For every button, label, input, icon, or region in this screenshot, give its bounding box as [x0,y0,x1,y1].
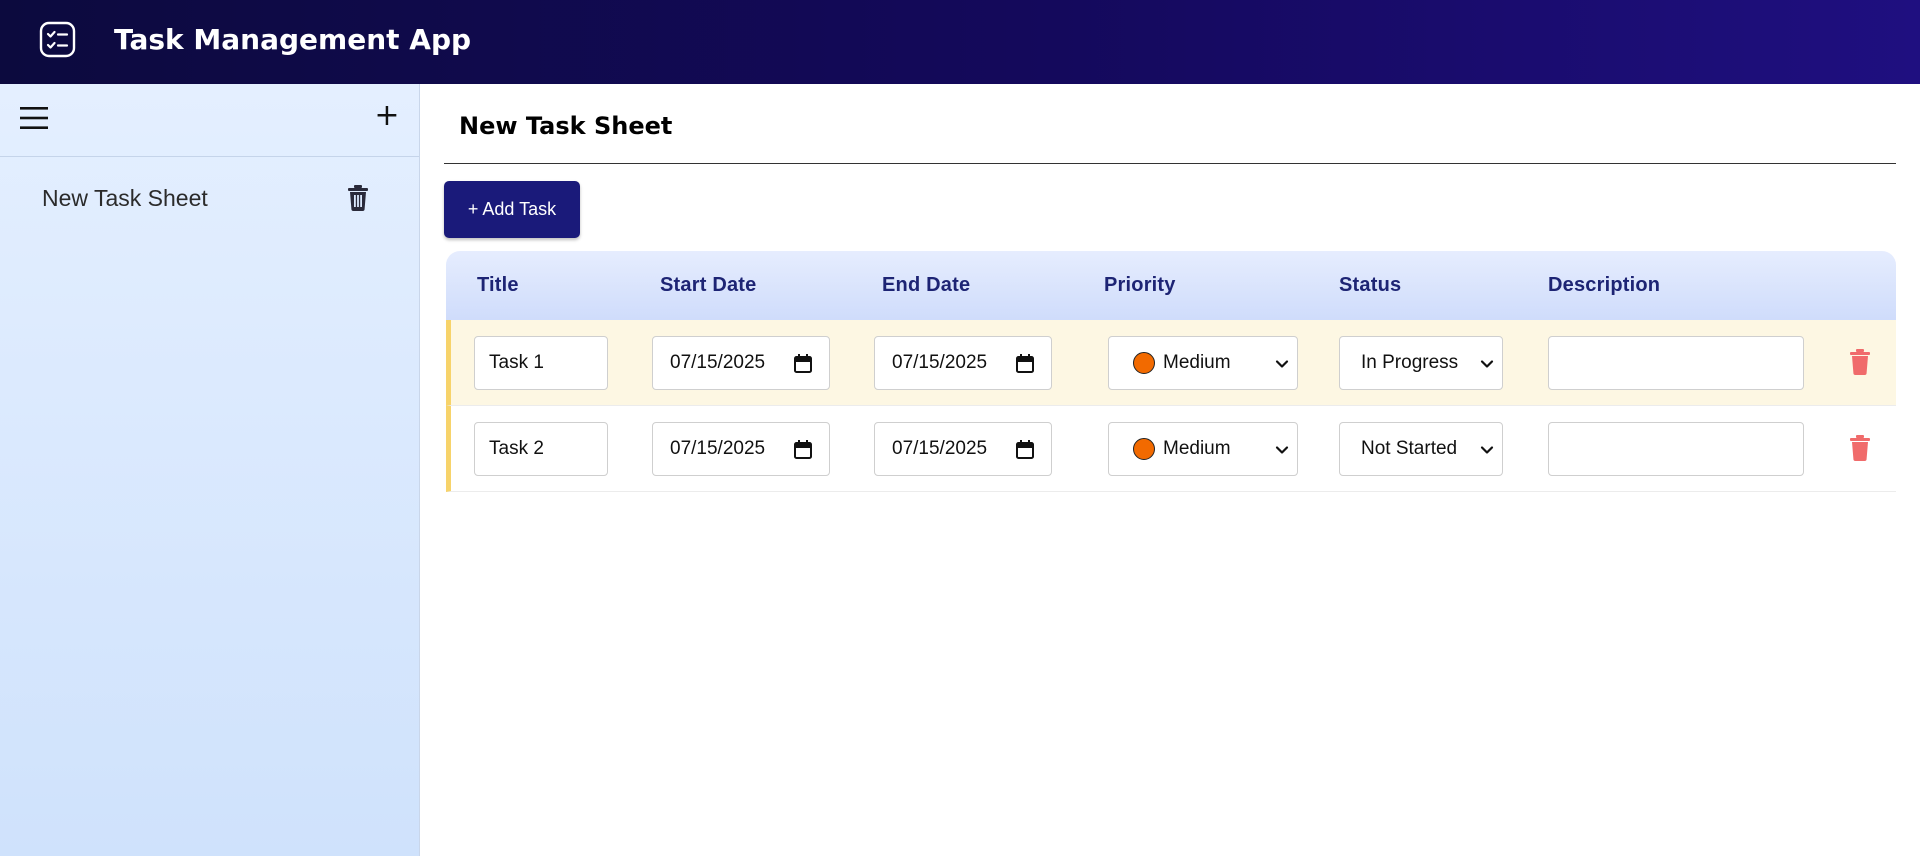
priority-value: Medium [1163,438,1231,459]
calendar-icon[interactable] [794,354,812,373]
start-date-value: 07/15/2025 [670,352,766,373]
table-row: Task 1 07/15/2025 07/15/2025 Medium In P… [446,320,1896,406]
end-date-value: 07/15/2025 [892,438,988,459]
table-header: Title Start Date End Date Priority Statu… [446,251,1896,320]
end-date-input[interactable]: 07/15/2025 [874,422,1052,476]
calendar-icon[interactable] [794,440,812,459]
start-date-input[interactable]: 07/15/2025 [652,422,830,476]
column-header-status: Status [1339,274,1402,296]
description-input[interactable] [1548,336,1804,390]
chevron-down-icon [1480,360,1494,368]
column-header-description: Description [1548,274,1661,296]
start-date-value: 07/15/2025 [670,438,766,459]
add-sheet-button[interactable]: + [372,101,402,132]
sidebar: + New Task Sheet [0,84,420,856]
column-header-end-date: End Date [882,274,971,296]
sidebar-item-new-task-sheet[interactable]: New Task Sheet [20,177,380,223]
task-title-input[interactable]: Task 1 [474,336,608,390]
priority-value: Medium [1163,352,1231,373]
page-title: New Task Sheet [459,112,673,140]
table-row: Task 2 07/15/2025 07/15/2025 Medium Not … [446,406,1896,492]
description-input[interactable] [1548,422,1804,476]
sidebar-header: + [0,84,419,157]
title-divider [444,163,1896,164]
priority-indicator-dot [1133,352,1155,374]
chevron-down-icon [1275,446,1289,454]
app-header: Task Management App [0,0,1920,84]
column-header-title: Title [477,274,519,296]
status-value: Not Started [1361,438,1458,459]
end-date-input[interactable]: 07/15/2025 [874,336,1052,390]
priority-select[interactable]: Medium [1108,422,1298,476]
task-table: Title Start Date End Date Priority Statu… [446,251,1896,492]
chevron-down-icon [1480,446,1494,454]
main-content: New Task Sheet + Add Task Title Start Da… [420,84,1920,856]
column-header-start-date: Start Date [660,274,757,296]
status-value: In Progress [1361,352,1459,373]
priority-indicator-dot [1133,438,1155,460]
priority-select[interactable]: Medium [1108,336,1298,390]
status-select[interactable]: In Progress [1339,336,1503,390]
task-title-input[interactable]: Task 2 [474,422,608,476]
hamburger-menu-icon[interactable] [20,104,48,132]
sidebar-item-label: New Task Sheet [42,185,208,211]
trash-icon[interactable] [1849,348,1871,376]
trash-icon[interactable] [346,184,370,212]
start-date-input[interactable]: 07/15/2025 [652,336,830,390]
trash-icon[interactable] [1849,434,1871,462]
end-date-value: 07/15/2025 [892,352,988,373]
add-task-button[interactable]: + Add Task [444,181,580,238]
chevron-down-icon [1275,360,1289,368]
calendar-icon[interactable] [1016,440,1034,459]
column-header-priority: Priority [1104,274,1176,296]
calendar-icon[interactable] [1016,354,1034,373]
app-title: Task Management App [114,23,472,56]
checklist-icon [39,21,76,58]
status-select[interactable]: Not Started [1339,422,1503,476]
